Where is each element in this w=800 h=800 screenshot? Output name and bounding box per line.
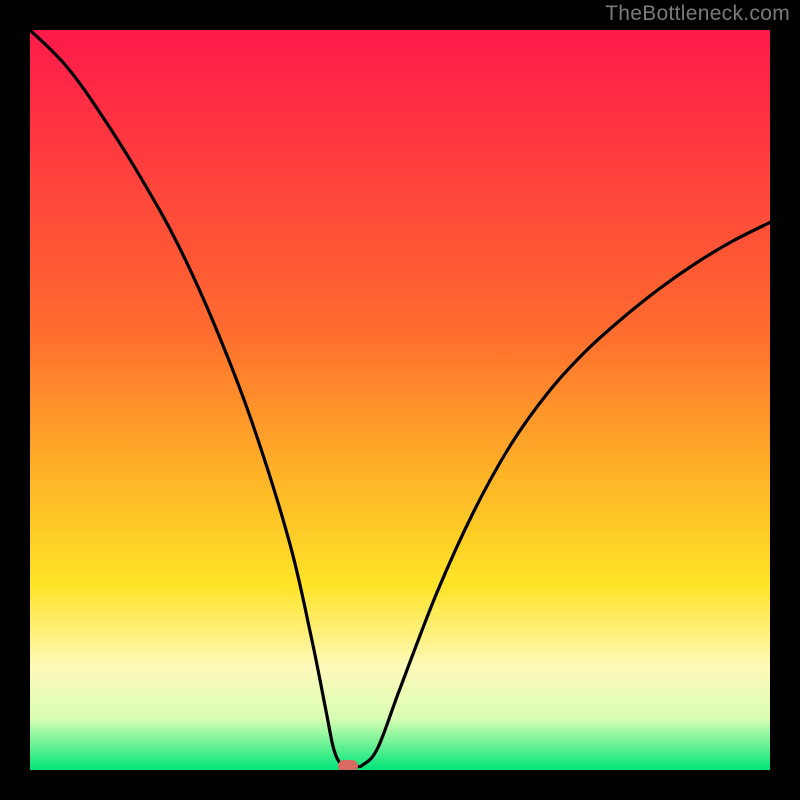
optimum-marker: [338, 760, 358, 770]
curve-layer: [30, 30, 770, 770]
chart-frame: TheBottleneck.com: [0, 0, 800, 800]
plot-area: [30, 30, 770, 770]
bottleneck-curve: [30, 30, 770, 767]
watermark-text: TheBottleneck.com: [605, 2, 790, 26]
